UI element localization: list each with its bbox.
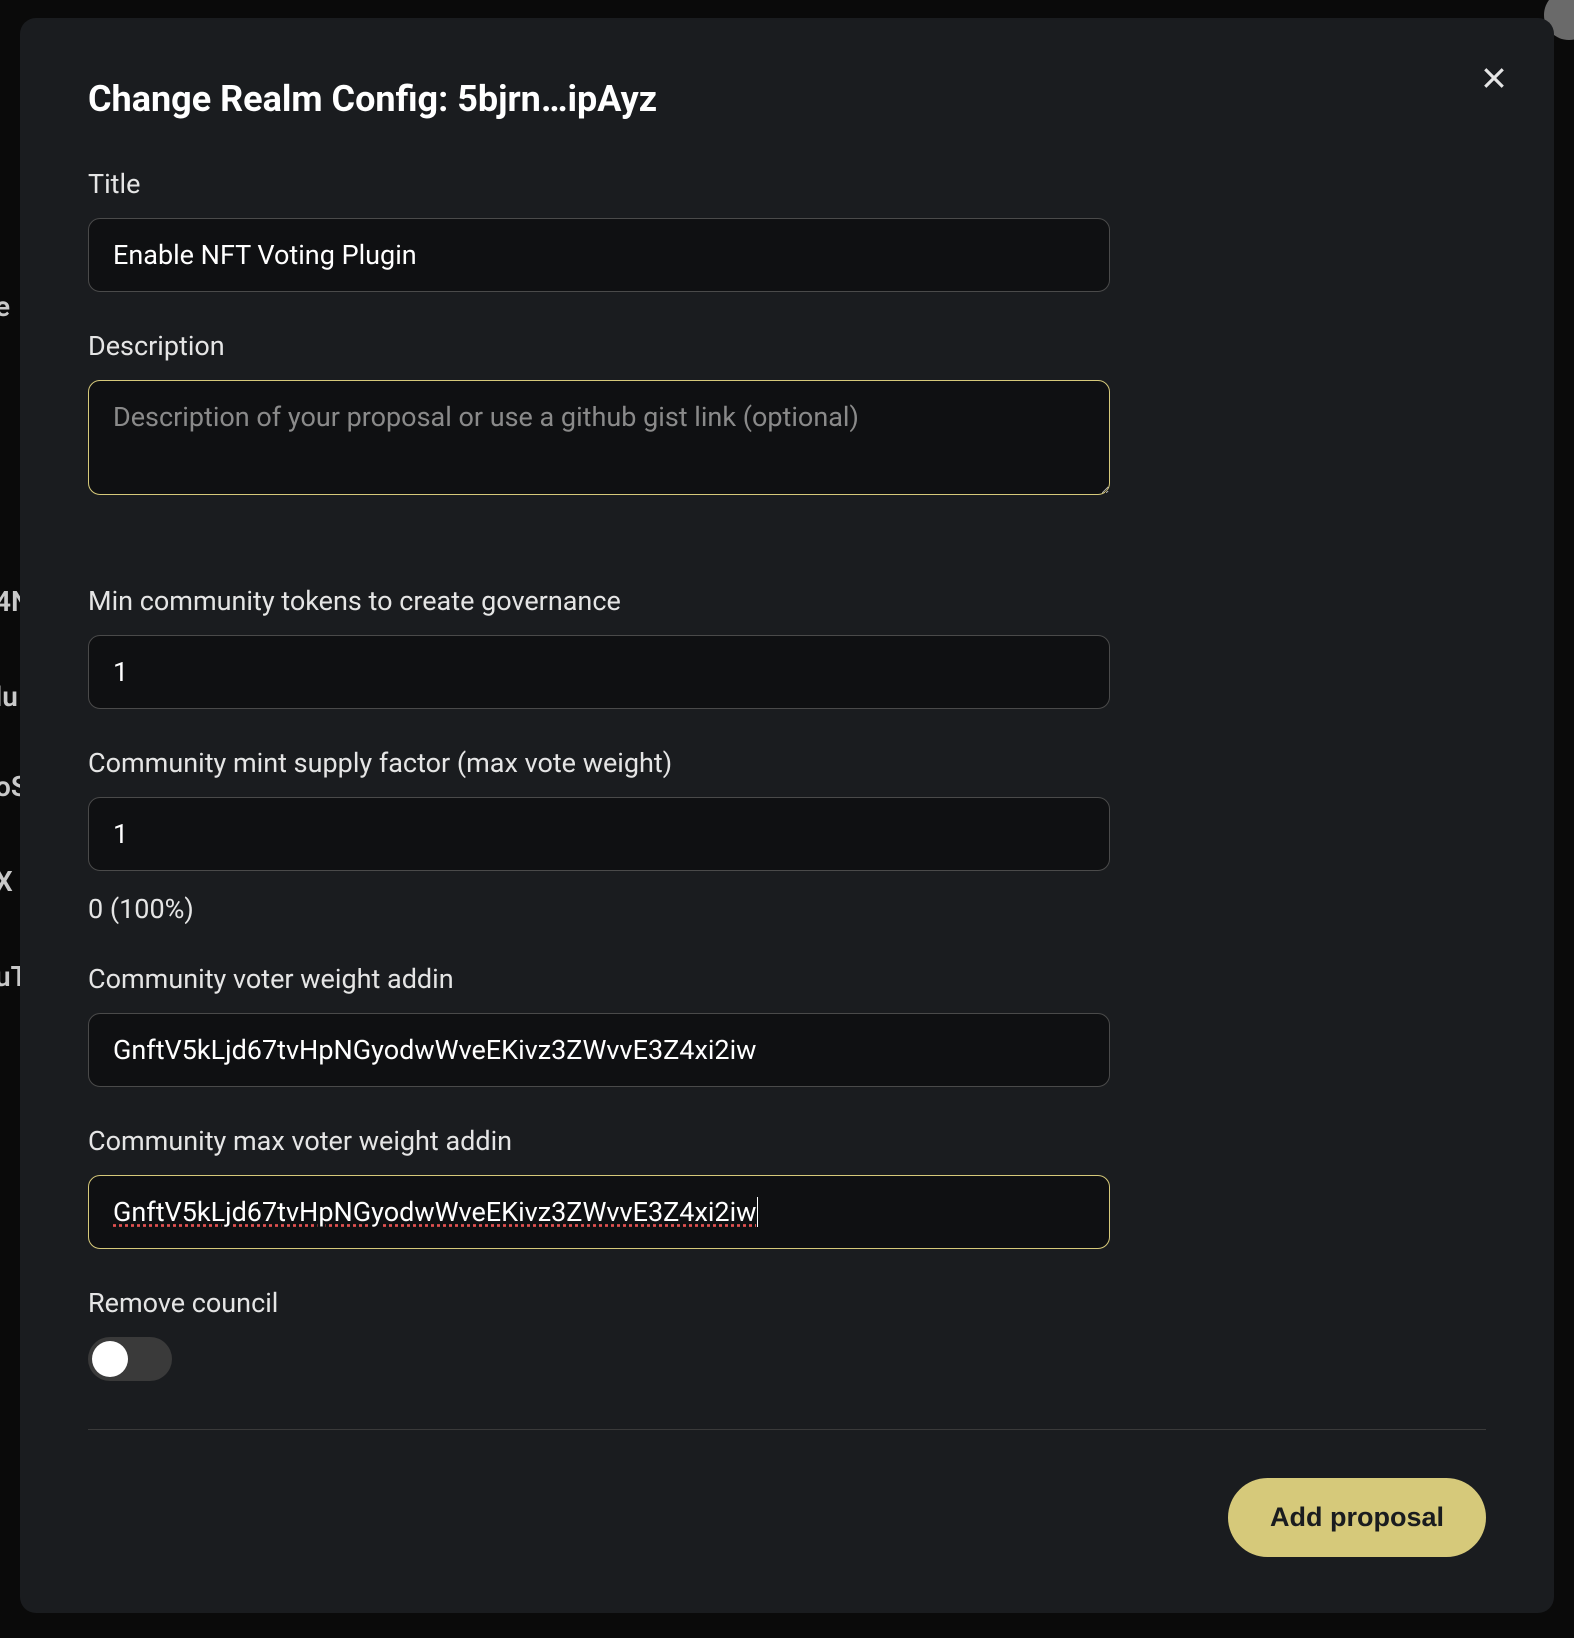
title-input[interactable] [88, 218, 1110, 292]
toggle-knob [92, 1341, 128, 1377]
voter-weight-input[interactable] [88, 1013, 1110, 1087]
supply-factor-label: Community mint supply factor (max vote w… [88, 747, 1110, 779]
supply-factor-note: 0 (100%) [88, 893, 1110, 925]
add-proposal-button[interactable]: Add proposal [1228, 1478, 1486, 1557]
max-voter-weight-input[interactable]: GnftV5kLjd67tvHpNGyodwWveEKivz3ZWvvE3Z4x… [88, 1175, 1110, 1249]
voter-weight-label: Community voter weight addin [88, 963, 1110, 995]
text-cursor [757, 1197, 758, 1227]
supply-factor-input[interactable] [88, 797, 1110, 871]
max-voter-weight-value: GnftV5kLjd67tvHpNGyodwWveEKivz3ZWvvE3Z4x… [113, 1196, 756, 1228]
modal-dialog: Change Realm Config: 5bjrn…ipAyz Title D… [20, 18, 1554, 1613]
description-label: Description [88, 330, 1110, 362]
bg-text: e [0, 290, 10, 323]
modal-footer: Add proposal [88, 1429, 1486, 1557]
modal-title: Change Realm Config: 5bjrn…ipAyz [88, 78, 1486, 120]
description-textarea[interactable] [88, 380, 1110, 495]
min-tokens-label: Min community tokens to create governanc… [88, 585, 1110, 617]
bg-text: lu [0, 680, 18, 713]
close-icon[interactable] [1476, 60, 1512, 96]
max-voter-weight-label: Community max voter weight addin [88, 1125, 1110, 1157]
remove-council-label: Remove council [88, 1287, 1110, 1319]
remove-council-toggle[interactable] [88, 1337, 172, 1381]
min-tokens-input[interactable] [88, 635, 1110, 709]
form: Title Description Min community tokens t… [88, 168, 1110, 1381]
bg-text: X [0, 865, 13, 898]
title-label: Title [88, 168, 1110, 200]
